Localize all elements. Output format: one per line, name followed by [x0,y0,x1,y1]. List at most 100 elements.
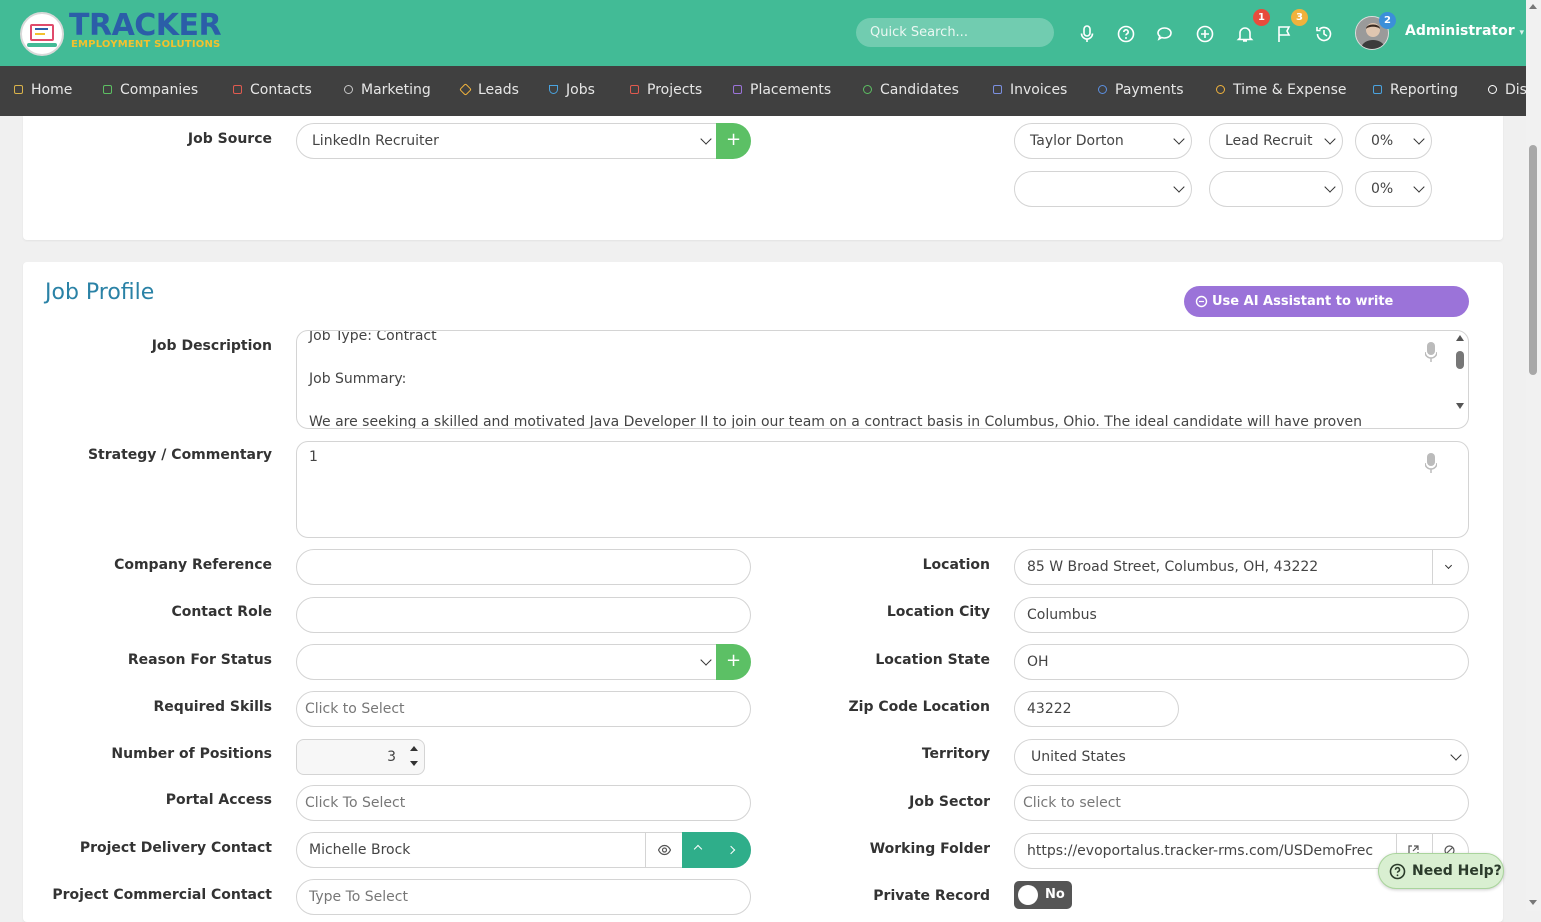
microphone-icon[interactable] [1425,453,1437,473]
nav-item-reporting[interactable]: Reporting [1373,66,1458,116]
location-divider [1432,550,1433,584]
job-description-textarea[interactable]: Job Type: Contract Job Summary: We are s… [296,330,1469,429]
bell-icon[interactable] [1236,25,1254,43]
zip-code-input[interactable]: 43222 [1014,691,1179,727]
location-city-input[interactable]: Columbus [1014,597,1469,633]
project-commercial-contact-input[interactable]: Type To Select [296,879,751,915]
recruiter-role-select-1[interactable]: Lead Recruit [1209,123,1343,159]
private-record-toggle[interactable]: No [1014,881,1072,909]
nav-item-contacts[interactable]: Contacts [233,66,312,116]
location-state-label: Location State [875,652,990,668]
job-description-text: Job Type: Contract Job Summary: We are s… [309,330,1363,429]
scroll-up-icon [1456,335,1464,341]
job-sector-input[interactable]: Click to select [1014,785,1469,821]
stepper-down-icon[interactable] [410,761,418,766]
contact-next-button[interactable] [716,832,751,868]
add-job-source-button[interactable]: + [716,123,751,159]
portal-access-input[interactable]: Click To Select [296,785,751,821]
quick-search-input[interactable] [856,18,1054,47]
strategy-label: Strategy / Commentary [87,447,272,463]
job-profile-title: Job Profile [45,280,155,305]
required-skills-input[interactable]: Click to Select [296,691,751,727]
avatar-badge: 2 [1379,12,1396,29]
microphone-icon[interactable] [1078,25,1096,43]
placements-icon [733,84,742,94]
scroll-up-icon[interactable] [1529,4,1537,9]
candidates-icon [863,84,872,94]
logo-tagline: EMPLOYMENT SOLUTIONS [71,39,221,50]
scroll-down-icon[interactable] [1529,900,1537,905]
invoices-icon [993,84,1002,94]
contact-expand-button[interactable] [682,832,716,868]
ai-assistant-button[interactable]: Use AI Assistant to write Specification [1184,286,1469,340]
add-circle-icon[interactable] [1196,25,1214,43]
contacts-icon [233,84,242,94]
chat-icon[interactable] [1156,25,1174,43]
scroll-thumb [1456,351,1464,369]
territory-select[interactable]: United States [1014,739,1469,775]
tracker-logo[interactable]: TRACKER EMPLOYMENT SOLUTIONS [20,8,240,56]
strategy-textarea[interactable]: 1 [296,441,1469,538]
microphone-icon[interactable] [1425,342,1437,362]
portal-access-label: Portal Access [165,792,272,808]
chevron-right-icon [726,845,736,855]
page-scrollbar[interactable] [1526,0,1541,911]
location-label: Location [922,557,990,573]
logo-emblem-icon [20,12,64,56]
help-icon[interactable] [1117,25,1135,43]
working-folder-label: Working Folder [869,841,990,857]
nav-item-invoices[interactable]: Invoices [993,66,1067,116]
reason-for-status-label: Reason For Status [127,652,272,668]
chevron-down-icon: ▾ [1519,28,1525,38]
notifications-badge: 1 [1253,9,1270,26]
scroll-thumb[interactable] [1529,145,1537,375]
stepper-up-icon[interactable] [410,746,418,751]
history-icon[interactable] [1315,25,1333,43]
number-of-positions-stepper[interactable]: 3 [296,739,425,775]
nav-item-leads[interactable]: Leads [459,66,519,116]
job-description-label: Job Description [151,338,272,354]
scroll-down-icon [1456,403,1464,409]
jobs-icon [549,84,558,94]
need-help-button[interactable]: Need Help? [1378,853,1504,889]
nav-item-candidates[interactable]: Candidates [863,66,959,116]
leads-icon [459,82,472,96]
project-commercial-contact-label: Project Commercial Contact [52,887,272,903]
view-contact-button[interactable] [645,833,682,867]
project-delivery-contact-label: Project Delivery Contact [79,840,272,856]
nav-item-marketing[interactable]: Marketing [344,66,431,116]
job-source-select[interactable]: LinkedIn Recruiter [296,123,732,159]
location-input[interactable]: 85 W Broad Street, Columbus, OH, 43222 [1014,549,1469,585]
contact-role-input[interactable] [296,597,751,633]
recruiter-role-select-2[interactable] [1209,171,1343,207]
contact-role-label: Contact Role [171,604,272,620]
recruiter-select-1[interactable]: Taylor Dorton [1014,123,1192,159]
job-source-label: Job Source [187,131,272,147]
textarea-scrollbar[interactable] [1454,335,1466,415]
nav-item-discover[interactable]: Dis [1488,66,1526,116]
user-menu[interactable]: Administrator ▾ [1405,23,1524,39]
company-reference-label: Company Reference [114,557,272,573]
location-city-label: Location City [886,604,990,620]
private-record-label: Private Record [873,888,990,904]
nav-item-projects[interactable]: Projects [630,66,702,116]
plus-icon: + [725,650,742,671]
add-reason-button[interactable]: + [716,644,751,680]
search-icon [1488,84,1497,94]
nav-item-home[interactable]: Home [14,66,72,116]
zip-code-label: Zip Code Location [848,699,991,715]
nav-item-companies[interactable]: Companies [103,66,198,116]
location-state-input[interactable]: OH [1014,644,1469,680]
time-expense-icon [1216,84,1225,94]
reason-for-status-select[interactable] [296,644,732,680]
payments-icon [1098,84,1107,94]
flags-badge: 3 [1291,9,1308,26]
chat-bubble-icon [1195,295,1208,308]
nav-item-time-expense[interactable]: Time & Expense [1216,66,1347,116]
recruiter-select-2[interactable] [1014,171,1192,207]
nav-item-jobs[interactable]: Jobs [549,66,595,116]
nav-item-payments[interactable]: Payments [1098,66,1184,116]
nav-item-placements[interactable]: Placements [733,66,831,116]
company-reference-input[interactable] [296,549,751,585]
flag-icon[interactable] [1276,25,1294,43]
